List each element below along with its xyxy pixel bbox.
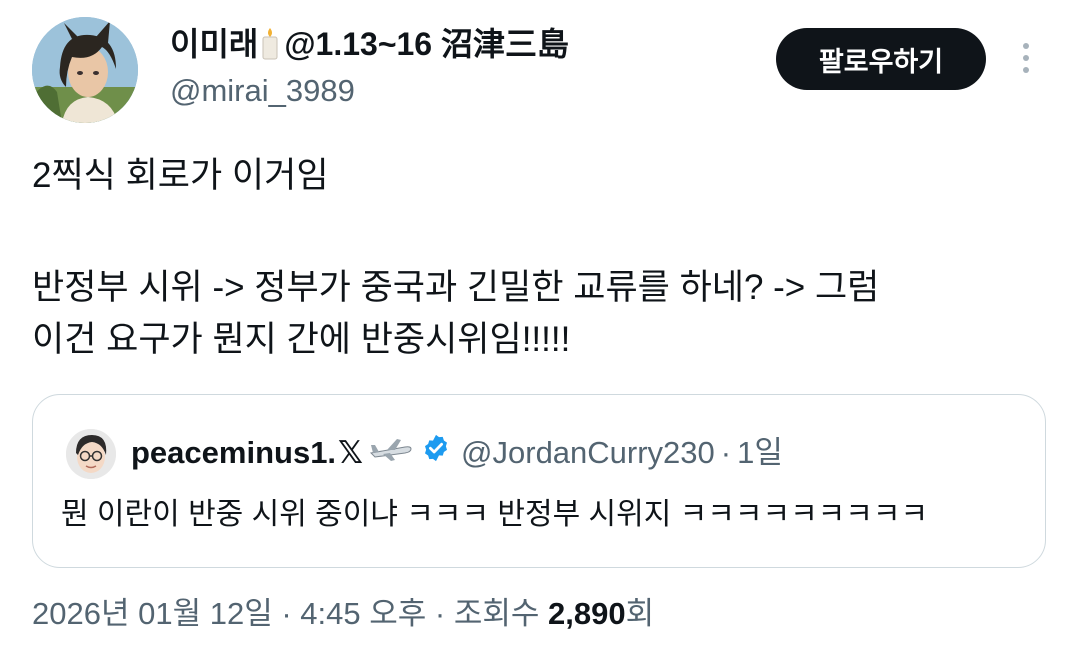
tweet-line: 이건 요구가 뭔지 간에 반중시위임!!!!! <box>32 320 571 359</box>
views-label: 조회수 <box>453 596 549 631</box>
airplane-icon <box>369 431 413 475</box>
tweet-line: 반정부 시위 -> 정부가 중국과 긴밀한 교류를 하네? -> 그럼 <box>32 268 880 307</box>
author-display-name[interactable]: 이미래 @1.13~16 沼津三島 <box>170 22 569 72</box>
quoted-tweet-text: 뭔 이란이 반중 시위 중이냐 ㅋㅋㅋ 반정부 시위지 ㅋㅋㅋㅋㅋㅋㅋㅋㅋ <box>61 498 929 531</box>
more-vertical-icon[interactable] <box>1014 40 1038 80</box>
quoted-tweet-header: peaceminus1. 𝕏 @JordanCurry230 · 1일 <box>131 431 783 475</box>
author-handle[interactable]: @mirai_3989 <box>170 70 355 112</box>
views-suffix: 회 <box>625 596 655 631</box>
quoted-timestamp[interactable]: 1일 <box>737 431 783 475</box>
x-mark: 𝕏 <box>338 435 364 470</box>
tweet-date[interactable]: 2026년 01월 12일 <box>32 596 273 631</box>
tweet-meta: 2026년 01월 12일 · 4:45 오후 · 조회수 2,890회 <box>32 592 654 636</box>
views-count: 2,890 <box>548 596 626 631</box>
quoted-display-name[interactable]: peaceminus1. <box>131 431 336 475</box>
tweet-time[interactable]: 4:45 오후 <box>300 596 426 631</box>
separator: · <box>426 596 454 631</box>
separator: · <box>720 435 732 470</box>
display-name-suffix: @1.13~16 沼津三島 <box>284 26 569 62</box>
author-avatar[interactable] <box>32 17 138 123</box>
follow-button[interactable]: 팔로우하기 <box>776 28 986 90</box>
separator: · <box>272 596 301 631</box>
tweet-line: 2찍식 회로가 이거임 <box>32 156 329 195</box>
tweet-body: 2찍식 회로가 이거임 반정부 시위 -> 정부가 중국과 긴밀한 교류를 하네… <box>32 150 1052 366</box>
candle-icon <box>260 27 280 72</box>
quoted-author-avatar[interactable] <box>66 429 116 479</box>
display-name-prefix: 이미래 <box>170 26 259 62</box>
verified-badge-icon <box>421 431 451 475</box>
quoted-tweet[interactable]: peaceminus1. 𝕏 @JordanCurry230 · 1일 뭔 이란… <box>32 394 1046 568</box>
quoted-handle[interactable]: @JordanCurry230 <box>461 431 715 475</box>
